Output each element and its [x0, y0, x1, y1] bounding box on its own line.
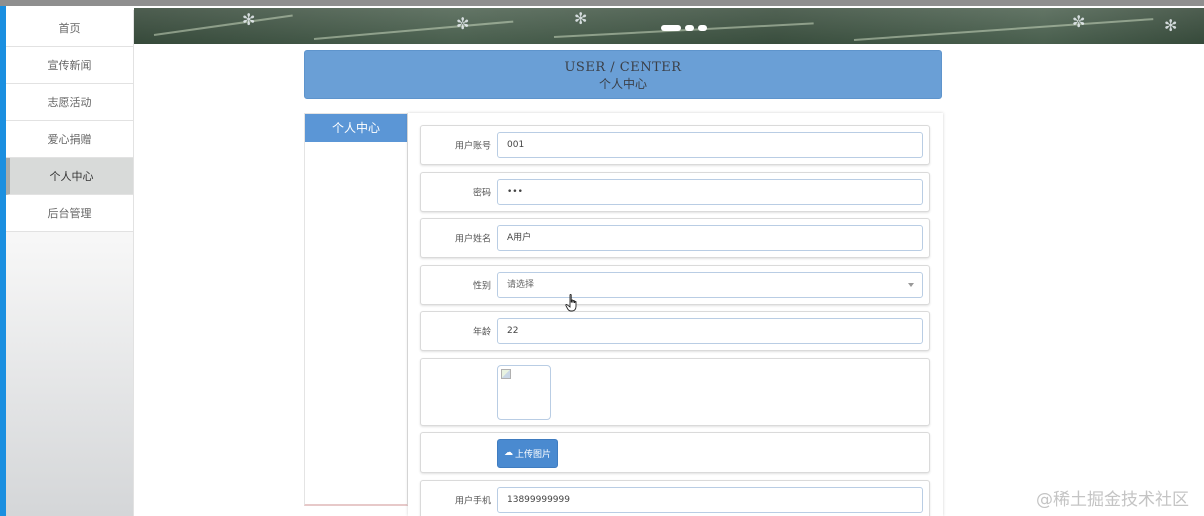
header-subtitle: 个人中心 [598, 77, 647, 91]
name-input[interactable]: A用户 [497, 225, 923, 251]
menu-item-user-center[interactable]: 个人中心 [305, 114, 407, 142]
sidebar-nav: 首页 宣传新闻 志愿活动 爱心捐赠 个人中心 后台管理 [6, 10, 134, 516]
page: 首页 宣传新闻 志愿活动 爱心捐赠 个人中心 后台管理 ✻ ✼ ✻ ✼ ✻ US… [0, 0, 1204, 516]
top-strip [0, 0, 1204, 6]
carousel-dot[interactable] [685, 25, 694, 31]
upload-button-label: 上传图片 [514, 450, 551, 460]
account-input[interactable]: 001 [497, 132, 923, 158]
phone-row: 用户手机 13899999999 [420, 480, 930, 516]
age-label: 年龄 [472, 327, 491, 338]
carousel-dot[interactable] [661, 25, 681, 31]
name-label: 用户姓名 [454, 234, 491, 245]
avatar-preview [497, 365, 551, 420]
age-row: 年龄 22 [420, 311, 930, 351]
watermark-text: @稀土掘金技术社区 [1036, 490, 1189, 510]
sidebar-item-donation[interactable]: 爱心捐赠 [6, 121, 133, 158]
sidebar-item-news[interactable]: 宣传新闻 [6, 47, 133, 84]
user-center-header: USER / CENTER 个人中心 [304, 50, 942, 99]
header-title: USER / CENTER [564, 60, 682, 75]
carousel-dot[interactable] [698, 25, 707, 31]
cloud-upload-icon: ☁ [503, 448, 513, 458]
phone-label: 用户手机 [454, 496, 491, 507]
password-row: 密码 ••• [420, 172, 930, 212]
phone-input[interactable]: 13899999999 [497, 487, 923, 513]
password-input[interactable]: ••• [497, 179, 923, 205]
carousel-indicators [661, 25, 707, 31]
name-row: 用户姓名 A用户 [420, 218, 930, 258]
sidebar-item-admin[interactable]: 后台管理 [6, 195, 133, 232]
sidebar-item-home[interactable]: 首页 [6, 10, 133, 47]
gender-row: 性别 请选择 [420, 265, 930, 305]
sidebar-item-user-center[interactable]: 个人中心 [6, 158, 133, 195]
broken-image-icon [501, 369, 511, 379]
banner-carousel[interactable]: ✻ ✼ ✻ ✼ ✻ [134, 8, 1204, 44]
user-center-menu: 个人中心 [304, 113, 408, 506]
account-row: 用户账号 001 [420, 125, 930, 165]
upload-image-button[interactable]: ☁ 上传图片 [497, 439, 558, 468]
age-input[interactable]: 22 [497, 318, 923, 344]
chevron-down-icon [908, 283, 914, 287]
password-label: 密码 [472, 188, 491, 199]
gender-label: 性别 [472, 281, 491, 292]
hand-pointer-icon [565, 294, 577, 312]
profile-form: 用户账号 001 密码 ••• 用户姓名 A用户 性别 请选择 年龄 22 ☁ … [408, 113, 943, 516]
upload-row: ☁ 上传图片 [420, 432, 930, 473]
sidebar-item-volunteer[interactable]: 志愿活动 [6, 84, 133, 121]
avatar-row [420, 358, 930, 426]
gender-select[interactable]: 请选择 [497, 272, 923, 298]
account-label: 用户账号 [454, 141, 491, 152]
gender-select-value: 请选择 [507, 280, 535, 290]
